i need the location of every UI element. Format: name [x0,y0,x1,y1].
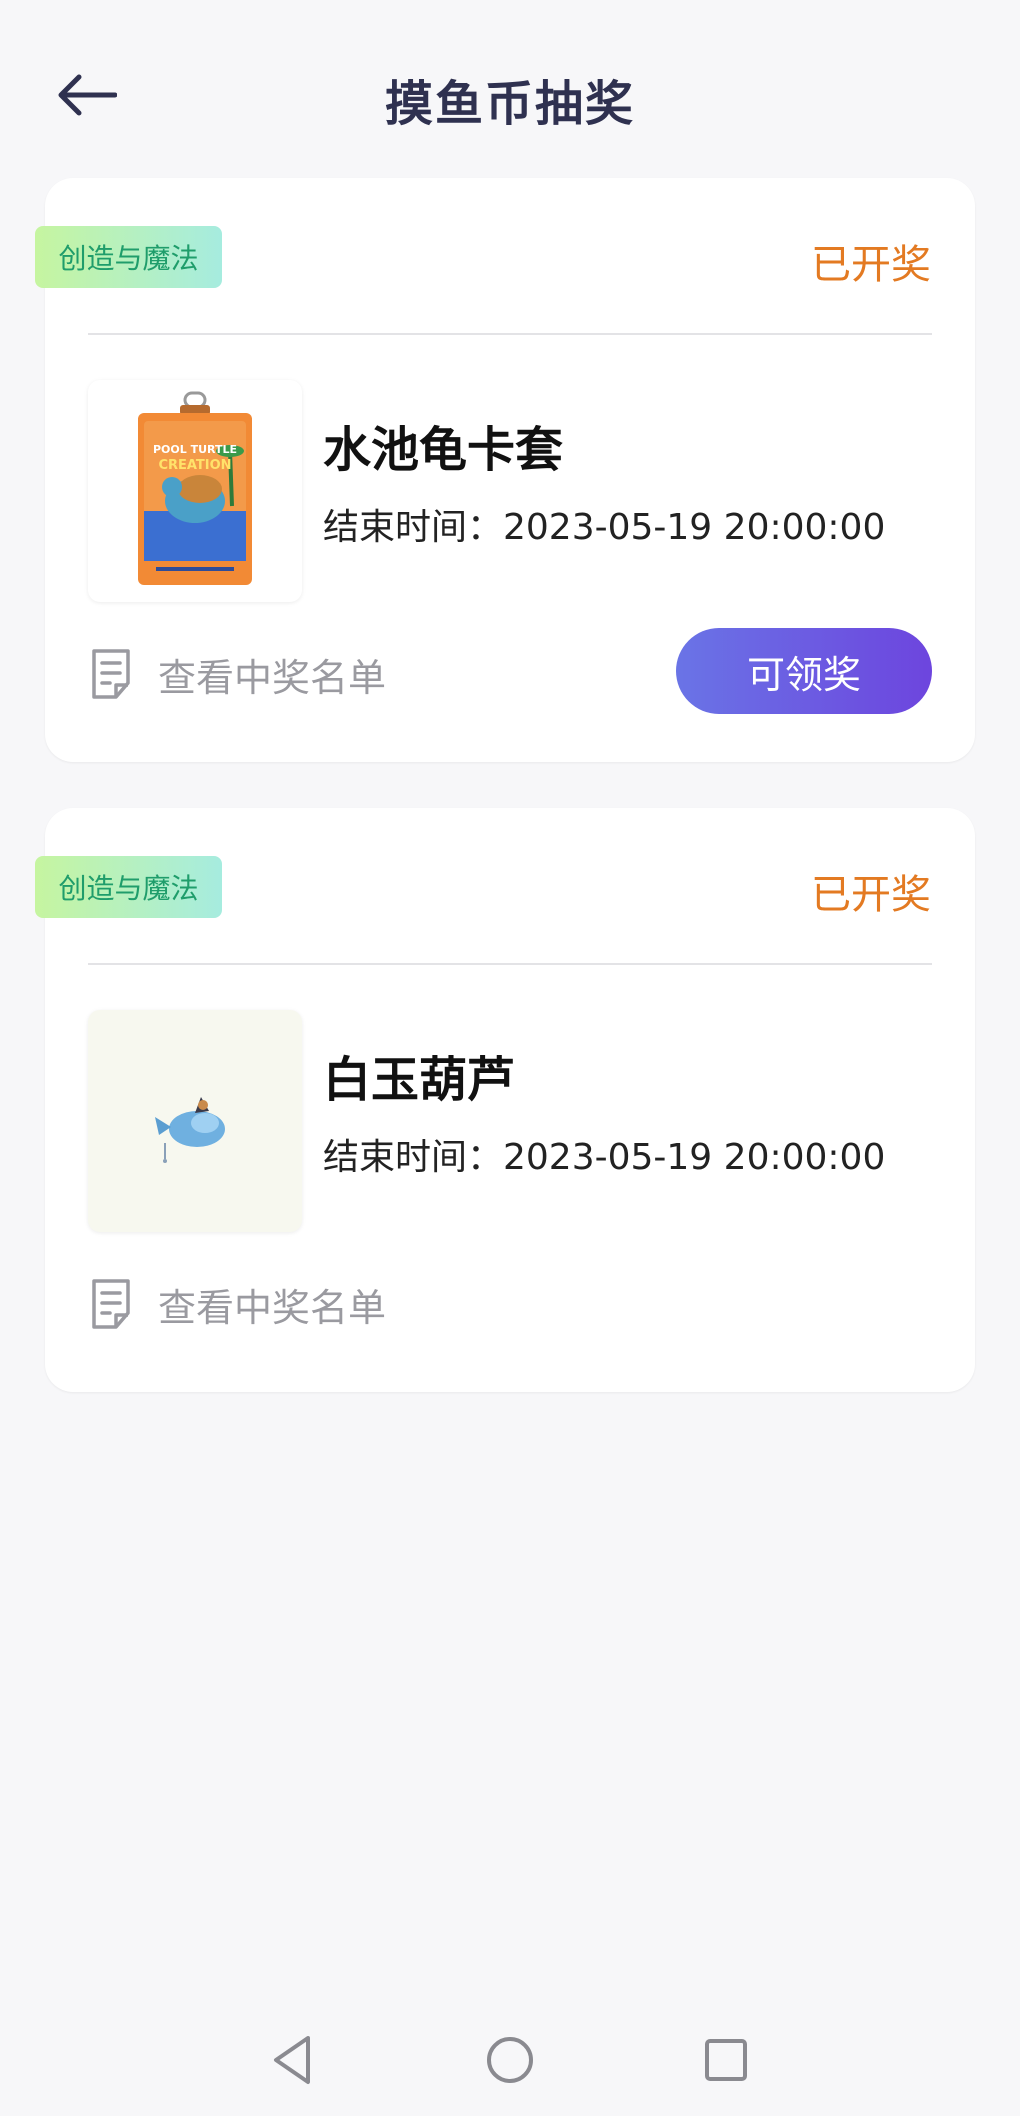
document-icon [92,649,130,699]
game-tag: 创造与魔法 [35,856,222,918]
prize-name: 水池龟卡套 [323,422,564,478]
end-time: 结束时间：2023-05-19 20:00:00 [323,507,886,548]
lottery-card[interactable]: 创造与魔法 已开奖 POOL TURTLE CREATION 水池龟卡套 结束时… [35,178,975,762]
page-title: 摸鱼币抽奖 [384,76,635,132]
lottery-card[interactable]: 创造与魔法 已开奖 白玉葫芦 结束时间：2023-05-19 20:00:00 … [35,808,975,1392]
system-nav-bar [0,2004,1020,2116]
status-badge: 已开奖 [811,872,931,918]
prize-image[interactable]: POOL TURTLE CREATION [88,380,302,602]
game-tag: 创造与魔法 [35,226,222,288]
card-holder-image: POOL TURTLE CREATION [138,391,252,585]
prize-image[interactable] [88,1010,302,1232]
square-recent-icon [705,2039,747,2081]
divider [88,333,932,335]
app-header: 摸鱼币抽奖 [0,0,1020,180]
svg-text:CREATION: CREATION [158,458,231,473]
white-jade-gourd-image [155,1097,225,1163]
system-recent-button[interactable] [686,2020,766,2100]
view-winners-link[interactable]: 查看中奖名单 [88,1276,386,1332]
circle-home-icon [487,2037,533,2083]
document-icon [92,1279,130,1329]
svg-text:POOL TURTLE: POOL TURTLE [153,443,237,456]
view-winners-link[interactable]: 查看中奖名单 [88,646,386,702]
triangle-back-icon [274,2036,310,2084]
claim-prize-button[interactable]: 可领奖 [676,628,932,714]
view-winners-label: 查看中奖名单 [158,1285,387,1330]
view-winners-label: 查看中奖名单 [158,655,387,700]
status-badge: 已开奖 [811,242,931,288]
system-back-button[interactable] [252,2020,332,2100]
prize-name: 白玉葫芦 [323,1052,516,1108]
divider [88,963,932,965]
end-time: 结束时间：2023-05-19 20:00:00 [323,1137,886,1178]
system-home-button[interactable] [470,2020,550,2100]
